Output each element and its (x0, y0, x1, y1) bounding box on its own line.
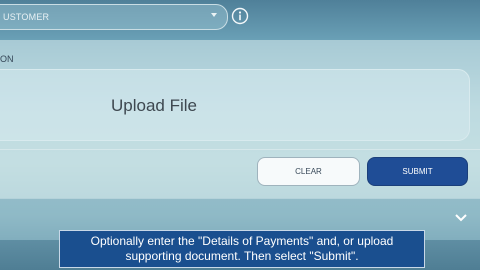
section-label: ON (0, 54, 14, 64)
upload-file-label: Upload File (111, 96, 197, 115)
divider (0, 149, 480, 150)
instruction-caption: Optionally enter the "Details of Payment… (59, 230, 425, 268)
caption-line-1: Optionally enter the "Details of Payment… (90, 234, 394, 248)
chevron-down-icon[interactable] (454, 211, 468, 225)
upload-file-dropzone[interactable] (0, 69, 470, 141)
submit-button[interactable]: SUBMIT (367, 157, 468, 186)
caret-down-icon (211, 13, 217, 17)
caption-line-2: supporting document. Then select "Submit… (125, 249, 359, 263)
info-icon[interactable] (231, 7, 249, 25)
clear-button[interactable]: CLEAR (257, 157, 360, 186)
customer-select[interactable]: USTOMER (0, 4, 228, 30)
customer-select-value: USTOMER (3, 12, 50, 22)
